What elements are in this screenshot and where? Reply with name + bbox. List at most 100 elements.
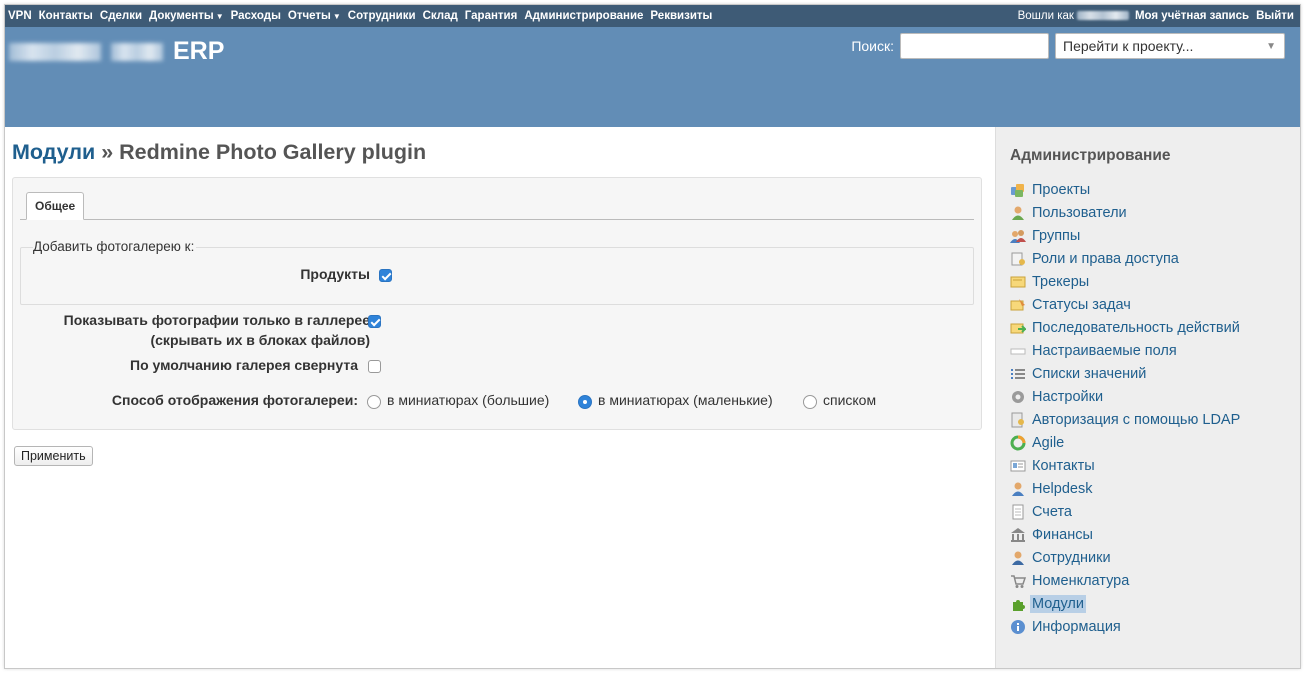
user-icon: [1010, 205, 1026, 221]
sidebar-item-trackers[interactable]: Трекеры: [1010, 270, 1240, 293]
collapsed-by-default-label: По умолчанию галерея свернута: [130, 357, 358, 373]
sidebar: Администрирование Проекты Пользователи Г…: [995, 127, 1300, 668]
show-only-in-gallery-label: Показывать фотографии только в галлерее …: [63, 312, 370, 348]
breadcrumb-modules-link[interactable]: Модули: [12, 140, 95, 164]
fieldset-add-gallery: [20, 247, 974, 305]
top-menu-administration[interactable]: Администрирование: [524, 10, 643, 22]
caret-down-icon: ▼: [215, 12, 224, 21]
sidebar-item-label: Группы: [1032, 227, 1081, 244]
sidebar-item-label: Трекеры: [1032, 273, 1090, 290]
top-menu-documents[interactable]: Документы ▼: [149, 10, 224, 22]
top-menu-vpn[interactable]: VPN: [8, 10, 32, 22]
sidebar-item-label: Последовательность действий: [1032, 319, 1240, 336]
sidebar-item-label: Роли и права доступа: [1032, 250, 1179, 267]
sidebar-item-label: Статусы задач: [1032, 296, 1131, 313]
sidebar-item-users[interactable]: Пользователи: [1010, 201, 1240, 224]
my-account-link[interactable]: Моя учётная запись: [1135, 10, 1249, 22]
collapsed-by-default-checkbox[interactable]: [368, 360, 381, 373]
display-mode-large-label: в миниатюрах (большие): [387, 392, 550, 408]
logged-in-as: Вошли как: [1018, 10, 1129, 22]
search-label: Поиск:: [851, 38, 894, 54]
projects-icon: [1010, 182, 1026, 198]
quick-search: Поиск: Перейти к проекту... ▼: [851, 33, 1285, 59]
sidebar-title: Администрирование: [1010, 147, 1171, 164]
sidebar-item-issue-statuses[interactable]: Статусы задач: [1010, 293, 1240, 316]
sidebar-item-label: Информация: [1032, 618, 1121, 635]
header: ERP Поиск: Перейти к проекту... ▼: [5, 27, 1300, 127]
sidebar-item-roles[interactable]: Роли и права доступа: [1010, 247, 1240, 270]
display-mode-list-label: списком: [823, 392, 877, 408]
sidebar-item-label: Авторизация с помощью LDAP: [1032, 411, 1241, 428]
sidebar-item-custom-fields[interactable]: Настраиваемые поля: [1010, 339, 1240, 362]
sidebar-item-label: Agile: [1032, 434, 1065, 451]
project-jump-label: Перейти к проекту...: [1063, 38, 1194, 54]
sidebar-item-label: Настройки: [1032, 388, 1104, 405]
display-mode-small-label: в миниатюрах (маленькие): [598, 392, 773, 408]
top-menu-left: VPN Контакты Сделки Документы ▼ Расходы О…: [8, 10, 719, 22]
project-jump-select[interactable]: Перейти к проекту... ▼: [1055, 33, 1285, 59]
show-only-in-gallery-checkbox[interactable]: [368, 315, 381, 328]
page-title: Модули » Redmine Photo Gallery plugin: [12, 140, 426, 165]
sidebar-item-agile[interactable]: Agile: [1010, 431, 1240, 454]
sidebar-item-workflow[interactable]: Последовательность действий: [1010, 316, 1240, 339]
top-menu-warehouse[interactable]: Склад: [423, 10, 458, 22]
top-menu-documents-label: Документы: [149, 10, 214, 22]
logout-link[interactable]: Выйти: [1256, 10, 1294, 22]
browser-page: VPN Контакты Сделки Документы ▼ Расходы О…: [4, 4, 1301, 669]
sidebar-item-helpdesk[interactable]: Helpdesk: [1010, 477, 1240, 500]
apply-button[interactable]: Применить: [14, 446, 93, 466]
search-input[interactable]: [900, 33, 1049, 59]
ldap-icon: [1010, 412, 1026, 428]
sidebar-item-nomenclature[interactable]: Номенклатура: [1010, 569, 1240, 592]
top-menu-reports[interactable]: Отчеты ▼: [288, 10, 341, 22]
custom-fields-icon: [1010, 343, 1026, 359]
sidebar-item-label: Helpdesk: [1032, 480, 1093, 497]
contacts-icon: [1010, 458, 1026, 474]
sidebar-item-label: Проекты: [1032, 181, 1091, 198]
display-mode-list-radio[interactable]: [803, 395, 817, 409]
workflow-icon: [1010, 320, 1028, 336]
top-menu-warranty[interactable]: Гарантия: [465, 10, 518, 22]
display-mode-small-radio[interactable]: [578, 395, 592, 409]
sidebar-item-ldap[interactable]: Авторизация с помощью LDAP: [1010, 408, 1240, 431]
account-menu: Вошли как Моя учётная запись Выйти: [1018, 10, 1294, 22]
sidebar-item-info[interactable]: Информация: [1010, 615, 1240, 638]
sidebar-item-finance[interactable]: Финансы: [1010, 523, 1240, 546]
sidebar-item-contacts[interactable]: Контакты: [1010, 454, 1240, 477]
finance-icon: [1010, 527, 1026, 543]
sidebar-item-plugins[interactable]: Модули: [1010, 592, 1240, 615]
top-menu-deals[interactable]: Сделки: [100, 10, 142, 22]
sidebar-item-projects[interactable]: Проекты: [1010, 178, 1240, 201]
top-menu-employees[interactable]: Сотрудники: [348, 10, 416, 22]
sidebar-item-label: Списки значений: [1032, 365, 1147, 382]
sidebar-item-enumerations[interactable]: Списки значений: [1010, 362, 1240, 385]
sidebar-item-label: Пользователи: [1032, 204, 1127, 221]
app-title: ERP: [9, 37, 224, 66]
top-menu-expenses[interactable]: Расходы: [231, 10, 281, 22]
tracker-icon: [1010, 274, 1026, 290]
settings-box: Общее Добавить фотогалерею к: Продукты П…: [12, 177, 982, 430]
sidebar-item-settings[interactable]: Настройки: [1010, 385, 1240, 408]
blurred-username: [1076, 11, 1129, 21]
issue-status-icon: [1010, 297, 1026, 313]
sidebar-item-groups[interactable]: Группы: [1010, 224, 1240, 247]
products-label: Продукты: [300, 266, 370, 282]
display-mode-large-radio[interactable]: [367, 395, 381, 409]
sidebar-item-employees[interactable]: Сотрудники: [1010, 546, 1240, 569]
tabs: Общее: [20, 192, 974, 220]
sidebar-item-label: Финансы: [1032, 526, 1093, 543]
info-icon: [1010, 619, 1026, 635]
roles-icon: [1010, 251, 1026, 267]
top-menu-contacts[interactable]: Контакты: [39, 10, 93, 22]
admin-menu: Проекты Пользователи Группы Роли и права…: [1010, 178, 1240, 638]
gear-icon: [1010, 389, 1026, 405]
agile-icon: [1010, 435, 1026, 451]
sidebar-item-invoices[interactable]: Счета: [1010, 500, 1240, 523]
main-content: Модули » Redmine Photo Gallery plugin Об…: [5, 127, 995, 668]
tab-general[interactable]: Общее: [26, 192, 85, 220]
products-checkbox[interactable]: [379, 269, 392, 282]
caret-down-icon: ▼: [332, 12, 341, 21]
top-menu: VPN Контакты Сделки Документы ▼ Расходы О…: [5, 5, 1300, 27]
top-menu-requisites[interactable]: Реквизиты: [650, 10, 712, 22]
logged-in-as-label: Вошли как: [1017, 10, 1074, 22]
